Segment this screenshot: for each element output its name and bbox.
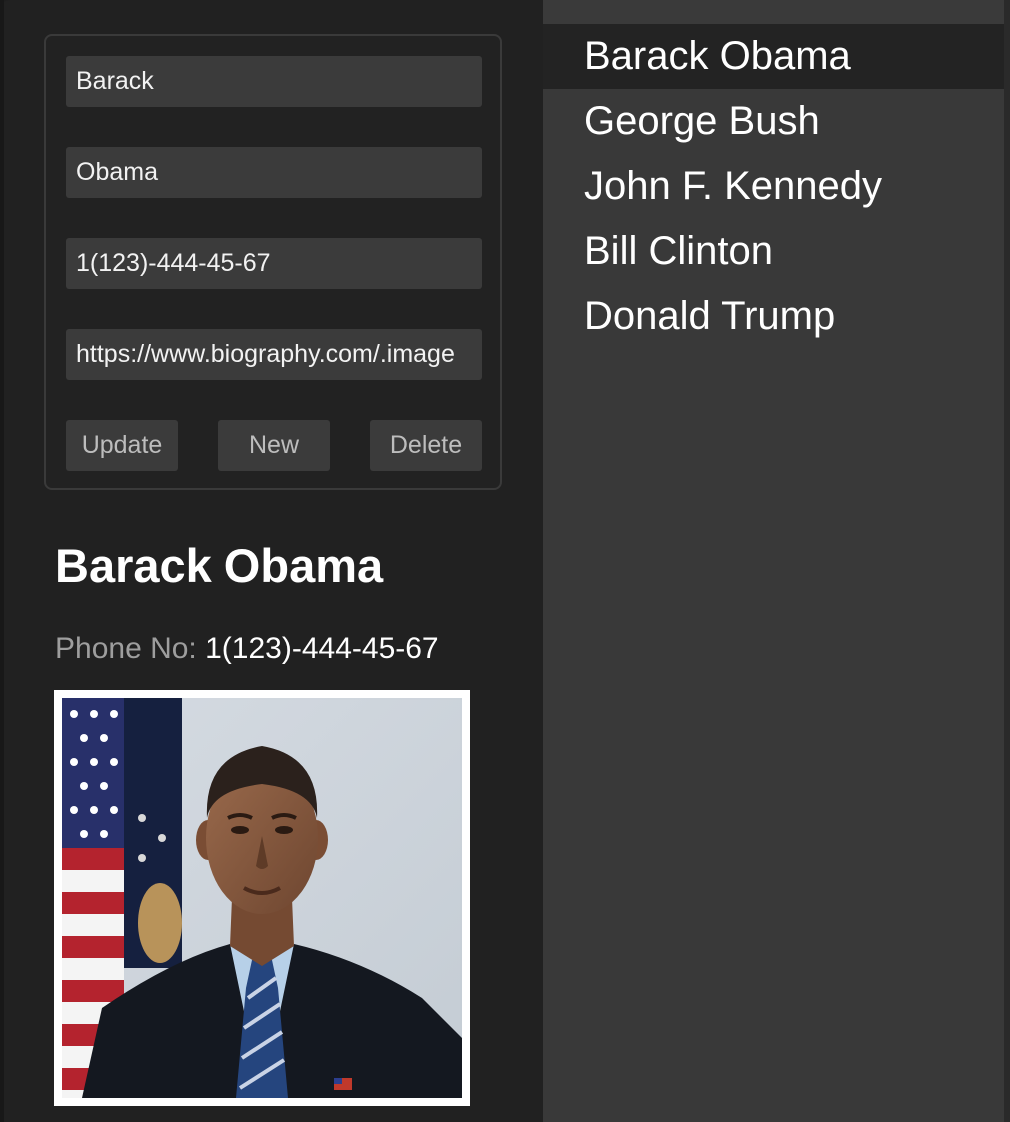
contact-name-heading: Barack Obama xyxy=(55,538,383,593)
contact-photo xyxy=(54,690,470,1106)
heading-first-name: Barack xyxy=(55,539,212,592)
portrait-photo-icon xyxy=(62,698,462,1098)
phone-label: Phone No: xyxy=(55,632,197,665)
phone-line: Phone No: 1(123)-444-45-67 xyxy=(55,632,439,666)
contacts-panel: Barack Obama George Bush John F. Kennedy… xyxy=(543,0,1010,1122)
phone-input[interactable] xyxy=(66,238,482,289)
panel-edge-right xyxy=(1004,0,1010,1122)
app-window: Update New Delete BarackObama Phone No: … xyxy=(0,0,1010,1122)
contact-item-john-f-kennedy[interactable]: John F. Kennedy xyxy=(543,154,1004,219)
update-button[interactable]: Update xyxy=(66,420,178,471)
phone-value: 1(123)-444-45-67 xyxy=(205,632,439,665)
editor-panel: Update New Delete BarackObama Phone No: … xyxy=(0,0,543,1122)
contact-item-bill-clinton[interactable]: Bill Clinton xyxy=(543,219,1004,284)
contact-item-barack-obama[interactable]: Barack Obama xyxy=(543,24,1004,89)
contact-item-george-bush[interactable]: George Bush xyxy=(543,89,1004,154)
last-name-input[interactable] xyxy=(66,147,482,198)
new-button[interactable]: New xyxy=(218,420,330,471)
contact-item-donald-trump[interactable]: Donald Trump xyxy=(543,284,1004,349)
delete-button[interactable]: Delete xyxy=(370,420,482,471)
image-url-input[interactable] xyxy=(66,329,482,380)
heading-last-name: Obama xyxy=(223,539,384,592)
panel-top-bar xyxy=(543,0,1004,24)
panel-edge xyxy=(0,0,4,1122)
contact-form: Update New Delete xyxy=(44,34,502,490)
contact-list: Barack Obama George Bush John F. Kennedy… xyxy=(543,24,1004,349)
first-name-input[interactable] xyxy=(66,56,482,107)
